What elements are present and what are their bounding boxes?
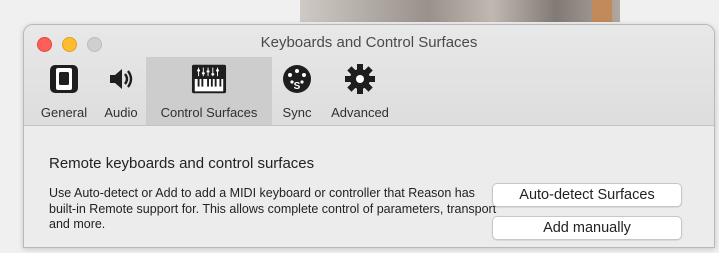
tab-sync[interactable]: S Sync	[272, 57, 322, 125]
tab-general-label: General	[40, 105, 88, 120]
tab-general[interactable]: General	[32, 57, 96, 125]
tab-audio-label: Audio	[104, 105, 138, 120]
titlebar: Keyboards and Control Surfaces General A…	[24, 25, 714, 126]
sync-connector-icon: S	[279, 61, 315, 97]
tab-control-surfaces[interactable]: Control Surfaces	[146, 57, 272, 125]
speaker-icon	[103, 61, 139, 97]
background-photo-accent	[592, 0, 612, 22]
auto-detect-surfaces-button[interactable]: Auto-detect Surfaces	[492, 183, 682, 207]
midi-keyboard-icon	[191, 61, 227, 97]
section-title: Remote keyboards and control surfaces	[49, 155, 315, 172]
svg-text:S: S	[294, 81, 301, 92]
tab-advanced-label: Advanced	[331, 105, 389, 120]
switch-icon	[46, 61, 82, 97]
preferences-toolbar: General Audio Control Surfaces S Sync Ad…	[32, 57, 398, 125]
add-manually-button[interactable]: Add manually	[492, 216, 682, 240]
preferences-window: Keyboards and Control Surfaces General A…	[23, 24, 715, 248]
gear-icon	[342, 61, 378, 97]
section-description: Use Auto-detect or Add to add a MIDI key…	[49, 186, 497, 231]
tab-advanced[interactable]: Advanced	[322, 57, 398, 125]
tab-audio[interactable]: Audio	[96, 57, 146, 125]
window-title: Keyboards and Control Surfaces	[260, 34, 478, 51]
tab-control-surfaces-label: Control Surfaces	[160, 105, 258, 120]
tab-sync-label: Sync	[282, 105, 312, 120]
background-photo-strip	[300, 0, 620, 22]
